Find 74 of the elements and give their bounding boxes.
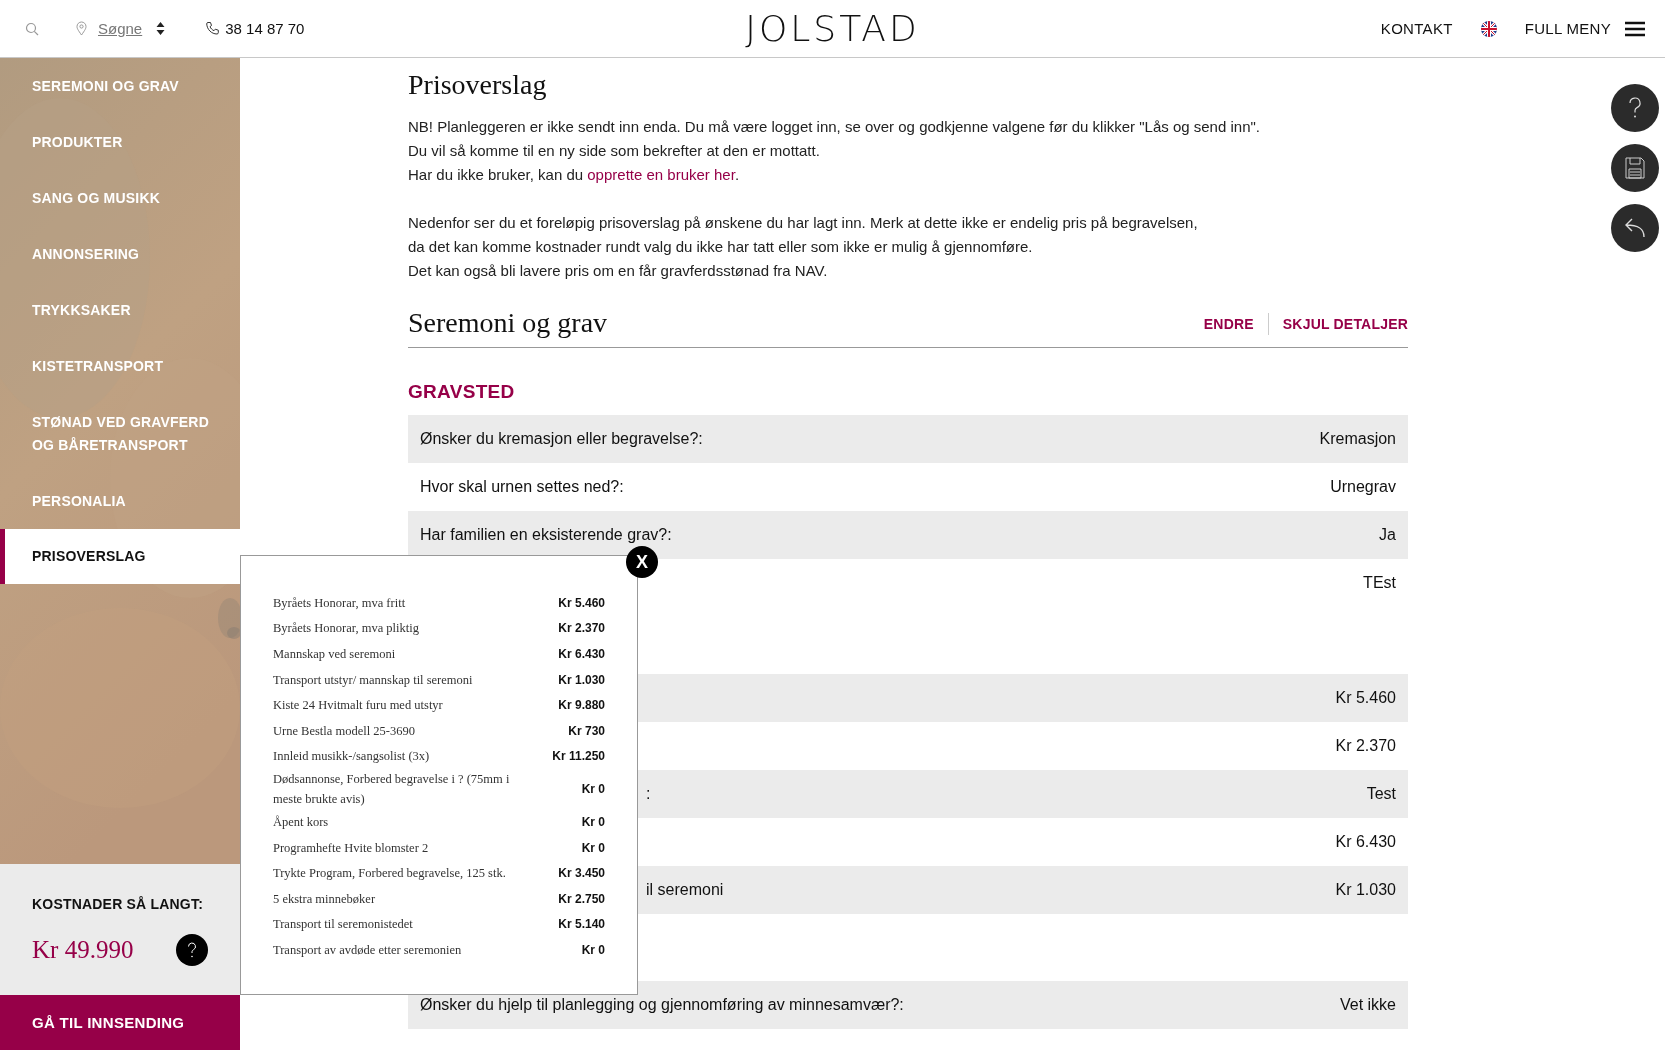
price-item-name: Trykte Program, Forbered begravelse, 125 stk. <box>273 865 506 883</box>
price-item-amount: Kr 730 <box>568 723 605 738</box>
price-item-name: Programhefte Hvite blomster 2 <box>273 839 429 857</box>
price-item-name: Innleid musikk-/sangsolist (3x) <box>273 748 430 766</box>
signup-link[interactable]: opprette en bruker her <box>587 166 735 183</box>
price-item-name: Dødsannonse, Forbered begravelse i ? (75mm i meste brukte avis) <box>273 771 511 809</box>
question-label: Ønsker du hjelp til planlegging og gjennomføring av minnesamvær?: <box>420 996 904 1014</box>
question-label: Ønsker du kremasjon eller begravelse?: <box>420 430 703 448</box>
price-item-name: Transport av avdøde etter seremonien <box>273 941 462 959</box>
answer-value: Urnegrav <box>1330 478 1396 496</box>
price-item-name: Kiste 24 Hvitmalt furu med utstyr <box>273 697 443 715</box>
cost-label: KOSTNADER SÅ LANGT: <box>32 896 205 912</box>
answer-value: Test <box>1366 785 1396 803</box>
price-item-name: Byråets Honorar, mva pliktig <box>273 620 419 638</box>
intro-text: Du vil så komme til en ny side som bekrefter at den er mottatt. <box>408 141 821 161</box>
help-icon[interactable] <box>1611 84 1659 132</box>
answer-value: Kr 1.030 <box>1335 881 1396 899</box>
flag-icon[interactable] <box>1480 20 1497 37</box>
price-item-amount: Kr 9.880 <box>558 698 605 713</box>
submit-button[interactable]: GÅ TIL INNSENDING <box>0 995 240 1050</box>
question-label: Har familien en eksisterende grav?: <box>420 526 672 544</box>
answer-value: Ja <box>1379 526 1396 544</box>
price-item-name: Åpent kors <box>273 813 329 831</box>
price-item-name: Transport utstyr/ mannskap til seremoni <box>273 671 473 689</box>
section-action-link[interactable]: ENDRE <box>1203 316 1254 332</box>
price-item-amount: Kr 0 <box>581 814 605 829</box>
group-heading: GRAVSTED <box>408 381 515 403</box>
price-item-name: Mannskap ved seremoni <box>273 646 396 663</box>
price-item-amount: Kr 6.430 <box>558 647 605 661</box>
price-item-amount: Kr 5.460 <box>558 595 605 610</box>
price-item-amount: Kr 0 <box>581 942 605 957</box>
answer-value: Vet ikke <box>1339 996 1396 1014</box>
price-item-amount: Kr 3.450 <box>558 866 605 881</box>
sort-arrows-icon[interactable] <box>156 21 166 36</box>
intro-text: Har du ikke bruker, kan du opprette en bruker her. <box>408 165 741 185</box>
contact-link[interactable]: KONTAKT <box>1380 20 1453 37</box>
price-item-amount: Kr 0 <box>581 782 605 797</box>
phone-number[interactable]: 38 14 87 70 <box>225 20 305 37</box>
price-item-name: Byråets Honorar, mva fritt <box>273 594 406 612</box>
price-item-name: 5 ekstra minnebøker <box>273 890 376 908</box>
price-item-amount: Kr 11.250 <box>552 749 605 764</box>
location-pin-icon <box>76 21 87 36</box>
menu-icon[interactable] <box>1625 20 1645 37</box>
price-item-amount: Kr 2.750 <box>558 891 605 906</box>
answer-value: TEst <box>1363 574 1396 592</box>
price-item-amount: Kr 1.030 <box>558 672 605 687</box>
page-title: Prisoverslag <box>408 69 548 101</box>
answer-value: Kr 2.370 <box>1335 737 1396 755</box>
search-icon[interactable] <box>25 21 39 36</box>
answer-value: Kremasjon <box>1319 430 1396 448</box>
section-title: Seremoni og grav <box>408 307 608 339</box>
save-icon[interactable] <box>1611 144 1659 192</box>
price-item-name: Transport til seremonistedet <box>273 916 413 934</box>
price-item-amount: Kr 5.140 <box>558 917 605 932</box>
full-menu-link[interactable]: FULL MENY <box>1524 20 1611 37</box>
phone-icon <box>205 21 221 36</box>
intro-text: NB! Planleggeren er ikke sendt inn enda. Du må være logget inn, se over og godkjenne valgene før du klikker "Lås og send inn". <box>408 117 1261 137</box>
notice-text: Nedenfor ser du et foreløpig prisoverslag på ønskene du har lagt inn. Merk at dette ikke er endelig pris på begravelsen, <box>408 213 1199 233</box>
question-label: il seremoni <box>646 881 724 899</box>
price-item-name: Urne Bestla modell 25-3690 <box>273 722 415 740</box>
section-action-link[interactable]: SKJUL DETALJER <box>1282 316 1408 332</box>
notice-text: da det kan komme kostnader rundt valg du ikke har tatt eller som ikke er mulig å gjennomføre. <box>408 237 1034 257</box>
logo[interactable]: JOLSTAD <box>745 8 920 49</box>
location-link[interactable]: Søgne <box>98 20 143 37</box>
cost-total: Kr 49.990 <box>32 936 134 964</box>
sidebar-item[interactable]: PRISOVERSLAG <box>0 529 240 584</box>
question-label: Hvor skal urnen settes ned?: <box>420 478 624 496</box>
notice-text: Det kan også bli lavere pris om en får gravferdsstønad fra NAV. <box>408 261 829 281</box>
question-label: : <box>646 785 651 803</box>
answer-value: Kr 6.430 <box>1335 833 1396 851</box>
help-icon[interactable] <box>176 934 208 966</box>
price-item-amount: Kr 0 <box>581 840 605 855</box>
price-item-amount: Kr 2.370 <box>558 621 605 636</box>
answer-value: Kr 5.460 <box>1335 689 1396 707</box>
